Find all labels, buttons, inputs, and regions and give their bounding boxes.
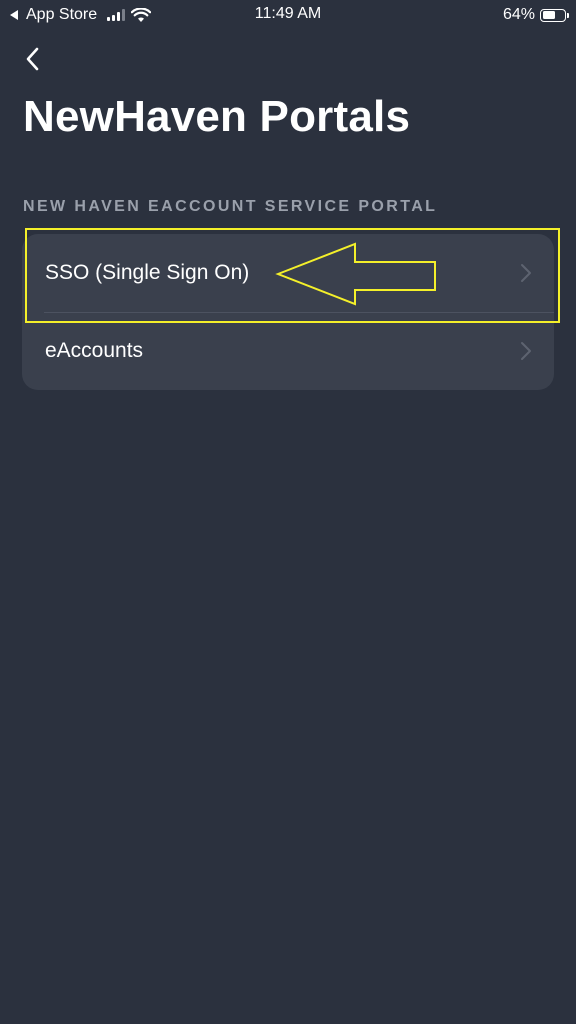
list-item-label: SSO (Single Sign On)	[45, 261, 250, 284]
chevron-right-icon	[521, 264, 531, 282]
list-item-label: eAccounts	[45, 339, 144, 362]
chevron-right-icon	[521, 342, 531, 360]
status-right: 64%	[502, 5, 569, 25]
status-time: 11:49 AM	[254, 5, 322, 22]
page-title: NewHaven Portals	[23, 92, 411, 141]
battery-icon	[540, 8, 569, 22]
section-header: NEW HAVEN EACCOUNT SERVICE PORTAL	[23, 198, 438, 215]
list-item-sso[interactable]: SSO (Single Sign On)	[22, 234, 554, 312]
battery-cap	[567, 12, 569, 18]
battery-fill	[542, 11, 556, 19]
screen: App Store 11:49 AM 64% NewHaven Portals …	[0, 0, 576, 1024]
battery-percent: 64%	[502, 6, 535, 23]
back-button[interactable]	[20, 42, 50, 76]
chevron-left-icon	[26, 47, 39, 71]
portal-list: SSO (Single Sign On) eAccounts	[22, 234, 554, 390]
status-bar: App Store 11:49 AM 64%	[0, 0, 576, 30]
list-item-eaccounts[interactable]: eAccounts	[22, 312, 554, 390]
